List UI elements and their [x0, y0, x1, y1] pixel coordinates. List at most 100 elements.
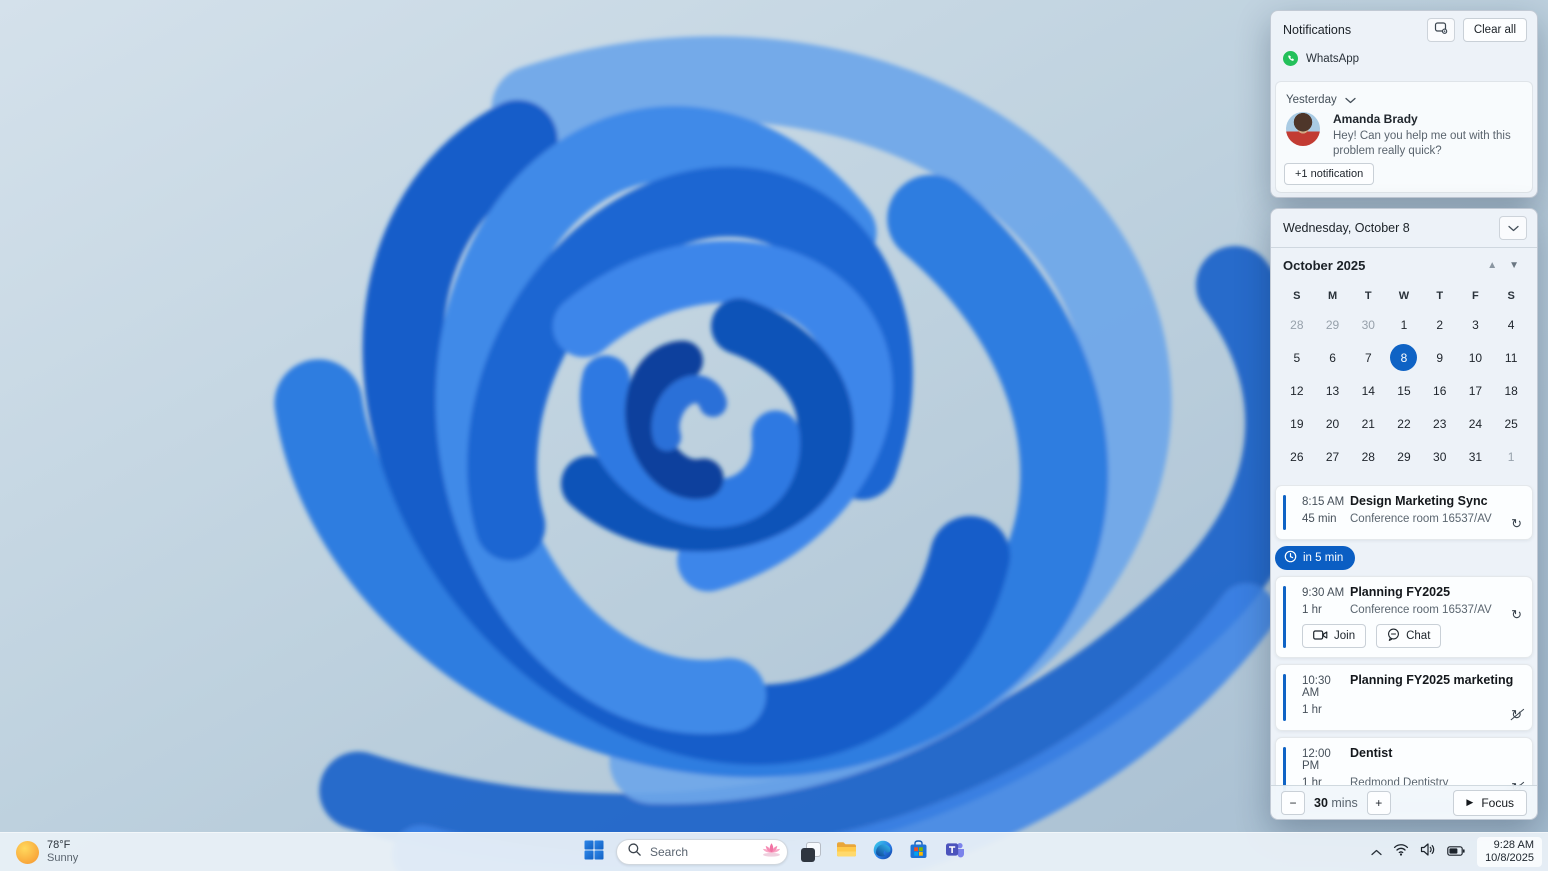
focus-button[interactable]: ▶ Focus [1453, 789, 1527, 816]
chevron-down-icon [1507, 219, 1519, 237]
event-time: 10:30 AM [1302, 675, 1331, 699]
dow-label: W [1398, 290, 1410, 302]
reminder-text: in 5 min [1303, 552, 1344, 564]
more-notifications-button[interactable]: +1 notification [1284, 163, 1375, 185]
calendar-day[interactable]: 9 [1422, 341, 1458, 374]
calendar-day[interactable]: 31 [1458, 440, 1494, 473]
clock-icon [1284, 550, 1297, 566]
reminder-badge[interactable]: in 5 min [1275, 546, 1356, 570]
calendar-week: 5 6 7 8 9 10 11 [1271, 341, 1537, 374]
calendar-day[interactable]: 3 [1458, 308, 1494, 341]
month-next-button[interactable]: ▼ [1503, 258, 1525, 273]
calendar-day[interactable]: 11 [1493, 341, 1529, 374]
windows-logo-icon [584, 840, 604, 865]
teams-button[interactable] [941, 839, 968, 866]
clock[interactable]: 9:28 AM 10/8/2025 [1477, 837, 1542, 867]
calendar-day[interactable]: 16 [1422, 374, 1458, 407]
search-placeholder: Search [650, 845, 689, 859]
notification-settings-icon [1434, 21, 1448, 40]
focus-session-bar: − 30 mins + ▶ Focus [1271, 785, 1537, 819]
chat-button[interactable]: Chat [1376, 624, 1442, 648]
desktop: Notifications Clear all WhatsApp Yesterd… [0, 0, 1548, 871]
increase-duration-button[interactable]: + [1366, 790, 1391, 815]
event-title: Planning FY2025 marketing [1350, 673, 1514, 687]
event-design-marketing-sync[interactable]: 8:15 AM Design Marketing Sync 45 min Con… [1275, 485, 1533, 540]
task-view-button[interactable] [797, 839, 824, 866]
calendar-day[interactable]: 27 [1315, 440, 1351, 473]
chevron-down-icon[interactable] [1345, 91, 1356, 109]
notification-app-group[interactable]: WhatsApp [1271, 49, 1537, 70]
calendar-day[interactable]: 6 [1315, 341, 1351, 374]
edge-browser-button[interactable] [869, 839, 896, 866]
weather-temperature: 78°F [47, 839, 71, 851]
clear-all-button[interactable]: Clear all [1462, 18, 1527, 42]
dow-label: M [1327, 290, 1338, 302]
microsoft-store-button[interactable] [905, 839, 932, 866]
calendar-day[interactable]: 4 [1493, 308, 1529, 341]
calendar-day[interactable]: 29 [1386, 440, 1422, 473]
wifi-icon [1393, 843, 1409, 861]
tray-date: 10/8/2025 [1485, 852, 1534, 864]
calendar-day[interactable]: 24 [1458, 407, 1494, 440]
network-button[interactable] [1390, 839, 1412, 865]
notification-card[interactable]: Yesterday Amanda Brady Hey! Can you help… [1275, 81, 1533, 193]
calendar-day[interactable]: 14 [1350, 374, 1386, 407]
notification-app-name: WhatsApp [1306, 52, 1360, 65]
volume-button[interactable] [1417, 839, 1439, 865]
calendar-day[interactable]: 17 [1458, 374, 1494, 407]
event-title: Planning FY2025 [1350, 585, 1451, 599]
calendar-day[interactable]: 13 [1315, 374, 1351, 407]
calendar-week: 26 27 28 29 30 31 1 [1271, 440, 1537, 473]
calendar-day[interactable]: 5 [1279, 341, 1315, 374]
task-view-icon [800, 842, 821, 862]
calendar-day[interactable]: 30 [1422, 440, 1458, 473]
notification-message: Hey! Can you help me out with this probl… [1333, 130, 1511, 157]
battery-button[interactable] [1444, 839, 1468, 865]
calendar-flyout: Wednesday, October 8 October 2025 ▲ ▼ S … [1270, 208, 1538, 820]
event-duration: 1 hr [1302, 704, 1322, 716]
calendar-day[interactable]: 29 [1315, 308, 1351, 341]
taskbar: 78°F Sunny Search 9:28 AM 10/8/2025 [0, 832, 1548, 871]
calendar-day[interactable]: 28 [1279, 308, 1315, 341]
event-planning-fy2025[interactable]: 9:30 AM Planning FY2025 1 hr Conference … [1275, 576, 1533, 658]
calendar-day[interactable]: 7 [1350, 341, 1386, 374]
calendar-day[interactable]: 1 [1493, 440, 1529, 473]
event-title: Dentist [1350, 746, 1393, 760]
calendar-day[interactable]: 15 [1386, 374, 1422, 407]
tray-time: 9:28 AM [1493, 839, 1534, 851]
calendar-collapse-button[interactable] [1499, 216, 1527, 240]
widgets-button[interactable]: 78°F Sunny [10, 833, 84, 871]
file-explorer-button[interactable] [833, 839, 860, 866]
calendar-day[interactable]: 19 [1279, 407, 1315, 440]
calendar-day[interactable]: 23 [1422, 407, 1458, 440]
event-location: Conference room 16537/AV [1350, 513, 1492, 525]
event-planning-fy2025-marketing[interactable]: 10:30 AM Planning FY2025 marketing 1 hr … [1275, 664, 1533, 731]
show-hidden-icons-button[interactable] [1368, 839, 1385, 865]
sun-icon [16, 840, 39, 864]
battery-icon [1447, 843, 1465, 861]
notification-time-group: Yesterday [1286, 94, 1337, 106]
calendar-day[interactable]: 28 [1350, 440, 1386, 473]
calendar-day[interactable]: 18 [1493, 374, 1529, 407]
join-meeting-button[interactable]: Join [1302, 624, 1367, 648]
dow-label: S [1507, 290, 1515, 302]
calendar-day[interactable]: 22 [1386, 407, 1422, 440]
notification-settings-button[interactable] [1426, 18, 1455, 42]
start-button[interactable] [580, 839, 607, 866]
calendar-day[interactable]: 1 [1386, 308, 1422, 341]
calendar-day[interactable]: 26 [1279, 440, 1315, 473]
search-input[interactable]: Search [616, 839, 788, 865]
month-previous-button[interactable]: ▲ [1481, 258, 1503, 273]
speaker-icon [1420, 843, 1436, 861]
calendar-day[interactable]: 10 [1458, 341, 1494, 374]
calendar-day[interactable]: 25 [1493, 407, 1529, 440]
calendar-day[interactable]: 2 [1422, 308, 1458, 341]
calendar-day-selected[interactable]: 8 [1386, 341, 1422, 374]
focus-duration: 30 mins [1314, 795, 1358, 810]
search-icon [627, 842, 642, 862]
calendar-day[interactable]: 12 [1279, 374, 1315, 407]
calendar-day[interactable]: 20 [1315, 407, 1351, 440]
decrease-duration-button[interactable]: − [1281, 790, 1305, 815]
calendar-day[interactable]: 30 [1350, 308, 1386, 341]
calendar-day[interactable]: 21 [1350, 407, 1386, 440]
